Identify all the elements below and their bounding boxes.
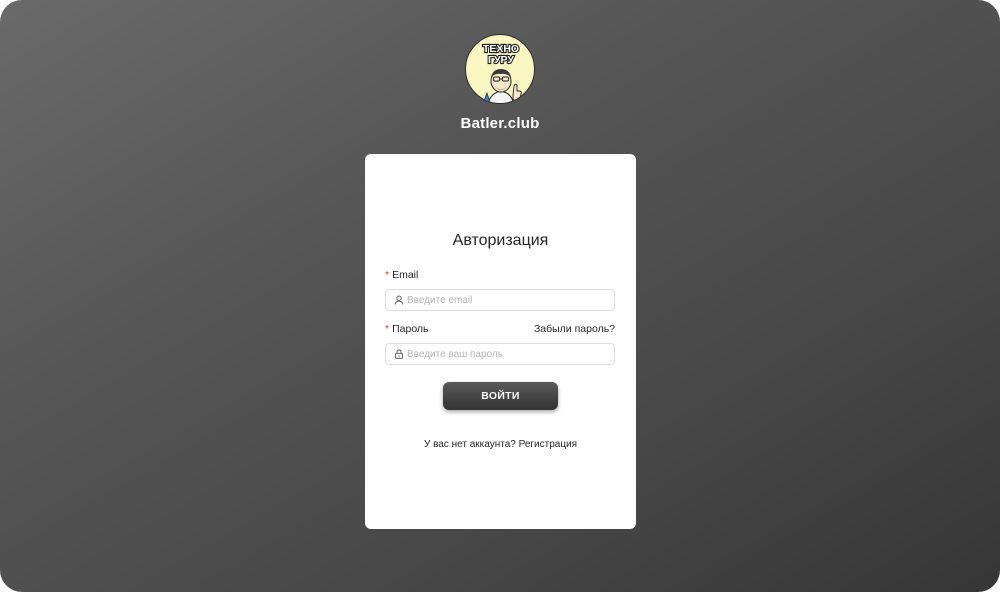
user-icon bbox=[394, 295, 404, 305]
app-window: ТЕХНО ГУРУ Batler.club Авторизация * Emai… bbox=[0, 0, 1000, 592]
password-field[interactable] bbox=[385, 343, 615, 365]
techno-guru-logo-icon: ТЕХНО ГУРУ bbox=[482, 42, 522, 103]
password-label: * Пароль bbox=[385, 323, 429, 335]
brand-name: Batler.club bbox=[460, 115, 540, 132]
password-label-text: Пароль bbox=[392, 323, 429, 335]
register-line: У вас нет аккаунта? Регистрация bbox=[365, 439, 636, 450]
email-label: * Email bbox=[385, 269, 418, 281]
login-button[interactable]: ВОЙТИ bbox=[443, 382, 558, 410]
password-input[interactable] bbox=[407, 348, 607, 360]
logo-text-line2: ГУРУ bbox=[488, 54, 514, 66]
forgot-password-link[interactable]: Забыли пароль? bbox=[534, 323, 615, 335]
login-title: Авторизация bbox=[452, 232, 549, 249]
email-required-mark: * bbox=[385, 269, 390, 281]
password-required-mark: * bbox=[385, 323, 390, 335]
email-field[interactable] bbox=[385, 289, 615, 311]
login-card: Авторизация *Email *Пароль Забыли пароль… bbox=[365, 154, 636, 529]
no-account-text: У вас нет аккаунта? bbox=[423, 439, 516, 450]
email-input[interactable] bbox=[407, 294, 607, 306]
register-link[interactable]: Регистрация bbox=[519, 439, 577, 450]
brand-logo: ТЕХНО ГУРУ bbox=[465, 34, 535, 104]
lock-icon bbox=[394, 349, 404, 359]
email-label-text: Email bbox=[392, 269, 419, 281]
